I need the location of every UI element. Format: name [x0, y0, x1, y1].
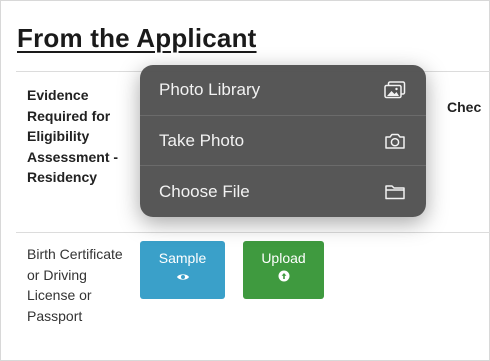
- menu-item-label: Take Photo: [159, 130, 245, 150]
- eye-icon: [140, 269, 225, 285]
- photo-library-icon: [383, 79, 407, 101]
- menu-item-label: Photo Library: [159, 79, 261, 99]
- folder-icon: [383, 181, 407, 203]
- evidence-column-header: Evidence Required for Eligibility Assess…: [27, 87, 119, 185]
- sample-button[interactable]: Sample: [140, 241, 225, 299]
- sample-button-label: Sample: [158, 250, 207, 266]
- menu-item-label: Choose File: [159, 181, 250, 201]
- check-column-header: Chec: [447, 99, 482, 115]
- row-divider: [16, 232, 490, 233]
- upload-button[interactable]: Upload: [243, 241, 324, 299]
- menu-item-photo-library[interactable]: Photo Library: [140, 65, 426, 116]
- menu-item-choose-file[interactable]: Choose File: [140, 166, 426, 217]
- upload-button-label: Upload: [261, 250, 306, 266]
- page: From the Applicant Evidence Required for…: [0, 0, 490, 361]
- upload-circle-icon: [243, 269, 324, 285]
- document-cell: Birth Certificate or Driving License or …: [27, 246, 123, 324]
- menu-item-take-photo[interactable]: Take Photo: [140, 116, 426, 167]
- file-picker-menu: Photo Library Take Photo Choose File: [140, 65, 426, 217]
- page-title: From the Applicant: [17, 23, 257, 53]
- camera-icon: [383, 130, 407, 152]
